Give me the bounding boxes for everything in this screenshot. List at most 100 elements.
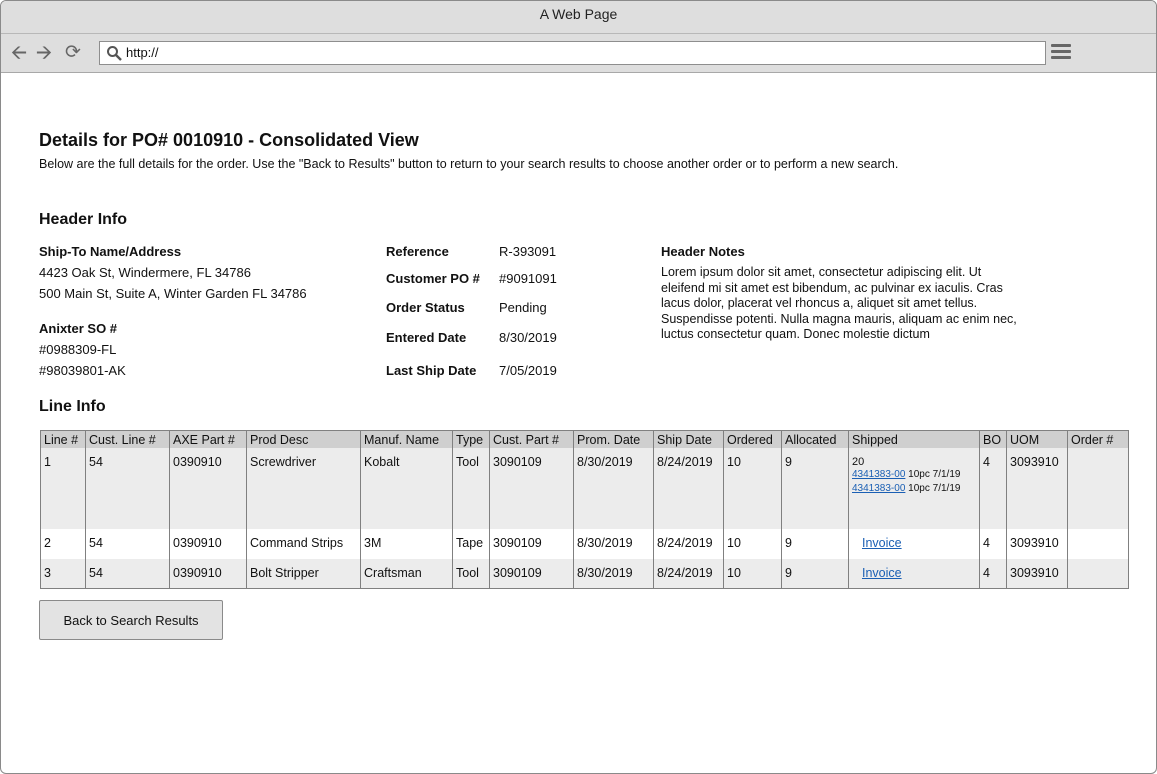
- shipment-link[interactable]: 4341383-00: [852, 469, 905, 480]
- cell-manuf: 3M: [360, 529, 453, 559]
- cell-prom-date: 8/30/2019: [573, 529, 654, 559]
- window-title: A Web Page: [1, 1, 1156, 34]
- cell-shipped: 20 4341383-00 10pc 7/1/19 4341383-00 10p…: [848, 448, 980, 529]
- cell-line: 2: [40, 529, 86, 559]
- cell-prom-date: 8/30/2019: [573, 559, 654, 589]
- entered-date-value: 8/30/2019: [499, 330, 557, 345]
- page-title: Details for PO# 0010910 - Consolidated V…: [39, 130, 419, 150]
- cell-type: Tape: [452, 529, 490, 559]
- ship-to-line: 500 Main St, Suite A, Winter Garden FL 3…: [39, 286, 307, 301]
- menu-icon[interactable]: [1051, 44, 1071, 60]
- cell-ship-date: 8/24/2019: [653, 559, 724, 589]
- cell-ordered: 10: [723, 559, 782, 589]
- shipment-entry: 4341383-00 10pc 7/1/19: [852, 482, 976, 496]
- table-header-row: Line # Cust. Line # AXE Part # Prod Desc…: [40, 430, 1129, 448]
- cell-ship-date: 8/24/2019: [653, 529, 724, 559]
- cell-desc: Bolt Stripper: [246, 559, 361, 589]
- cell-ordered: 10: [723, 529, 782, 559]
- column-header: Manuf. Name: [360, 430, 453, 448]
- table-row: 1 54 0390910 Screwdriver Kobalt Tool 309…: [40, 448, 1129, 529]
- column-header: Prod Desc: [246, 430, 361, 448]
- order-status-value: Pending: [499, 300, 547, 315]
- address-bar[interactable]: [99, 41, 1046, 65]
- shipment-detail: 10pc 7/1/19: [908, 483, 961, 494]
- column-header: Line #: [40, 430, 86, 448]
- cell-allocated: 9: [781, 529, 849, 559]
- cell-uom: 3093910: [1006, 559, 1068, 589]
- customer-po-label: Customer PO #: [386, 271, 480, 286]
- cell-cust-line: 54: [85, 529, 170, 559]
- page-intro: Below are the full details for the order…: [39, 157, 899, 171]
- cell-line: 3: [40, 559, 86, 589]
- cell-order: [1067, 448, 1129, 529]
- cell-bo: 4: [979, 448, 1007, 529]
- cell-order: [1067, 529, 1129, 559]
- cell-line: 1: [40, 448, 86, 529]
- back-arrow-icon[interactable]: 🡨: [9, 43, 29, 63]
- reload-icon[interactable]: ⟳: [63, 43, 83, 63]
- cell-cust-line: 54: [85, 448, 170, 529]
- browser-toolbar: 🡨 🡪 ⟳: [1, 34, 1156, 73]
- cell-type: Tool: [452, 448, 490, 529]
- shipment-link[interactable]: 4341383-00: [852, 483, 905, 494]
- reference-value: R-393091: [499, 244, 557, 259]
- header-info-heading: Header Info: [39, 211, 128, 228]
- column-header: Ship Date: [653, 430, 724, 448]
- cell-desc: Screwdriver: [246, 448, 361, 529]
- url-input[interactable]: [126, 43, 1026, 61]
- column-header: BO: [979, 430, 1007, 448]
- header-notes-text: Lorem ipsum dolor sit amet, consectetur …: [661, 265, 1017, 341]
- cell-manuf: Craftsman: [360, 559, 453, 589]
- reference-label: Reference: [386, 244, 449, 259]
- table-row: 2 54 0390910 Command Strips 3M Tape 3090…: [40, 529, 1129, 559]
- cell-cust-part: 3090109: [489, 529, 574, 559]
- cell-allocated: 9: [781, 448, 849, 529]
- cell-ship-date: 8/24/2019: [653, 448, 724, 529]
- cell-desc: Command Strips: [246, 529, 361, 559]
- order-status-label: Order Status: [386, 300, 465, 315]
- invoice-link[interactable]: Invoice: [862, 536, 902, 550]
- cell-type: Tool: [452, 559, 490, 589]
- cell-axe-part: 0390910: [169, 529, 247, 559]
- cell-cust-part: 3090109: [489, 448, 574, 529]
- column-header: Ordered: [723, 430, 782, 448]
- last-ship-date-value: 7/05/2019: [499, 363, 557, 378]
- cell-bo: 4: [979, 559, 1007, 589]
- cell-shipped: Invoice: [848, 559, 980, 589]
- column-header: Order #: [1067, 430, 1129, 448]
- cell-axe-part: 0390910: [169, 448, 247, 529]
- line-info-heading: Line Info: [39, 398, 106, 415]
- forward-arrow-icon[interactable]: 🡪: [34, 43, 54, 63]
- cell-order: [1067, 559, 1129, 589]
- header-notes-label: Header Notes: [661, 244, 745, 259]
- so-number: #98039801-AK: [39, 363, 126, 378]
- table-row: 3 54 0390910 Bolt Stripper Craftsman Too…: [40, 559, 1129, 589]
- shipped-qty: 20: [852, 456, 865, 468]
- back-to-search-results-button[interactable]: Back to Search Results: [39, 600, 223, 640]
- so-label: Anixter SO #: [39, 321, 118, 336]
- column-header: Allocated: [781, 430, 849, 448]
- cell-axe-part: 0390910: [169, 559, 247, 589]
- cell-cust-part: 3090109: [489, 559, 574, 589]
- column-header: Shipped: [848, 430, 980, 448]
- shipment-entry: 4341383-00 10pc 7/1/19: [852, 468, 976, 482]
- column-header: Cust. Part #: [489, 430, 574, 448]
- cell-manuf: Kobalt: [360, 448, 453, 529]
- so-number: #0988309-FL: [39, 342, 117, 357]
- cell-shipped: Invoice: [848, 529, 980, 559]
- cell-ordered: 10: [723, 448, 782, 529]
- ship-to-line: 4423 Oak St, Windermere, FL 34786: [39, 265, 251, 280]
- column-header: Cust. Line #: [85, 430, 170, 448]
- customer-po-value: #9091091: [499, 271, 557, 286]
- ship-to-label: Ship-To Name/Address: [39, 244, 182, 259]
- cell-uom: 3093910: [1006, 529, 1068, 559]
- line-items-table: Line # Cust. Line # AXE Part # Prod Desc…: [40, 430, 1129, 589]
- cell-uom: 3093910: [1006, 448, 1068, 529]
- column-header: Prom. Date: [573, 430, 654, 448]
- column-header: UOM: [1006, 430, 1068, 448]
- cell-prom-date: 8/30/2019: [573, 448, 654, 529]
- search-icon: [107, 46, 122, 61]
- entered-date-label: Entered Date: [386, 330, 467, 345]
- shipment-detail: 10pc 7/1/19: [908, 469, 961, 480]
- invoice-link[interactable]: Invoice: [862, 566, 902, 580]
